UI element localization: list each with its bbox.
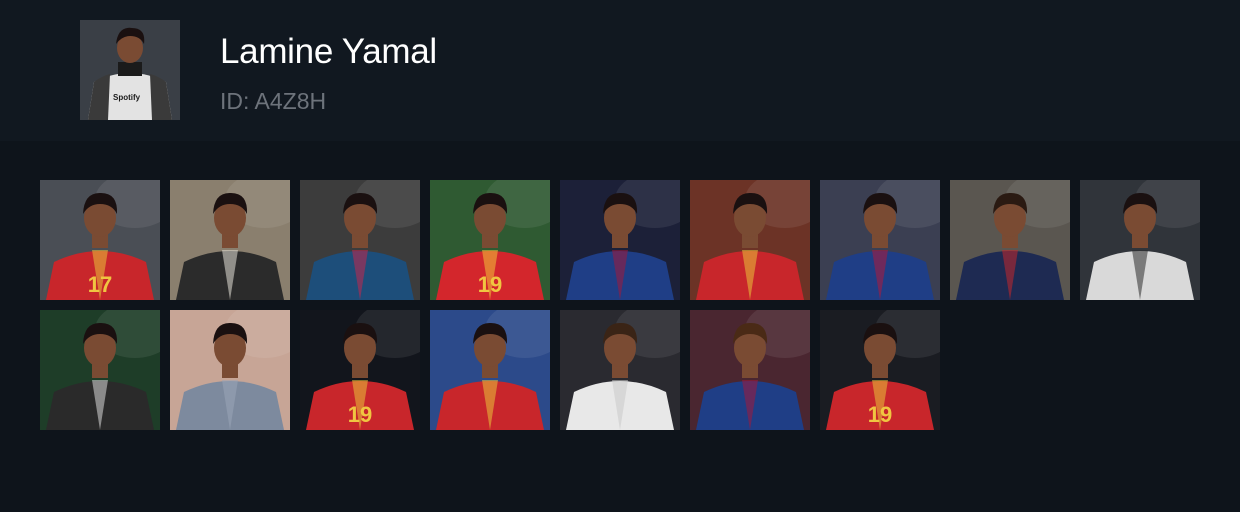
jersey-number: 19: [868, 402, 892, 427]
photo-image: 19: [430, 180, 550, 300]
photo-thumbnail[interactable]: 19: [430, 180, 550, 300]
photo-thumbnail[interactable]: [690, 180, 810, 300]
photo-grid: 17 19 19 19: [40, 180, 1200, 430]
photo-thumbnail[interactable]: [690, 310, 810, 430]
photo-image: [170, 180, 290, 300]
photo-image: [560, 180, 680, 300]
photo-thumbnail[interactable]: 19: [300, 310, 420, 430]
photo-image: [690, 180, 810, 300]
photo-thumbnail[interactable]: 19: [820, 310, 940, 430]
photo-thumbnail[interactable]: [560, 180, 680, 300]
photo-image: [300, 180, 420, 300]
photo-thumbnail[interactable]: [40, 310, 160, 430]
photo-thumbnail[interactable]: 17: [40, 180, 160, 300]
photo-image: [560, 310, 680, 430]
profile-id: ID: A4Z8H: [220, 88, 327, 114]
photo-image: [170, 310, 290, 430]
photo-image: [1080, 180, 1200, 300]
jersey-number: 19: [478, 272, 502, 297]
photo-thumbnail[interactable]: [560, 310, 680, 430]
avatar-image: Spotify: [80, 20, 180, 120]
jersey-number: 19: [348, 402, 372, 427]
profile-name: Lamine Yamal: [220, 32, 437, 71]
jersey-number: 17: [88, 272, 112, 297]
photo-image: [40, 310, 160, 430]
avatar-shirt-logo: Spotify: [113, 93, 141, 102]
photo-thumbnail[interactable]: [950, 180, 1070, 300]
photo-thumbnail[interactable]: [170, 180, 290, 300]
photo-thumbnail[interactable]: [430, 310, 550, 430]
photo-thumbnail[interactable]: [170, 310, 290, 430]
photo-thumbnail[interactable]: [1080, 180, 1200, 300]
profile-avatar: Spotify: [80, 20, 180, 120]
photo-image: [690, 310, 810, 430]
photo-image: [430, 310, 550, 430]
photo-thumbnail[interactable]: [820, 180, 940, 300]
photo-image: 17: [40, 180, 160, 300]
photo-thumbnail[interactable]: [300, 180, 420, 300]
photo-image: 19: [820, 310, 940, 430]
profile-header: Spotify Lamine Yamal ID: A4Z8H: [0, 0, 1240, 141]
photo-image: [950, 180, 1070, 300]
photo-image: 19: [300, 310, 420, 430]
photo-image: [820, 180, 940, 300]
